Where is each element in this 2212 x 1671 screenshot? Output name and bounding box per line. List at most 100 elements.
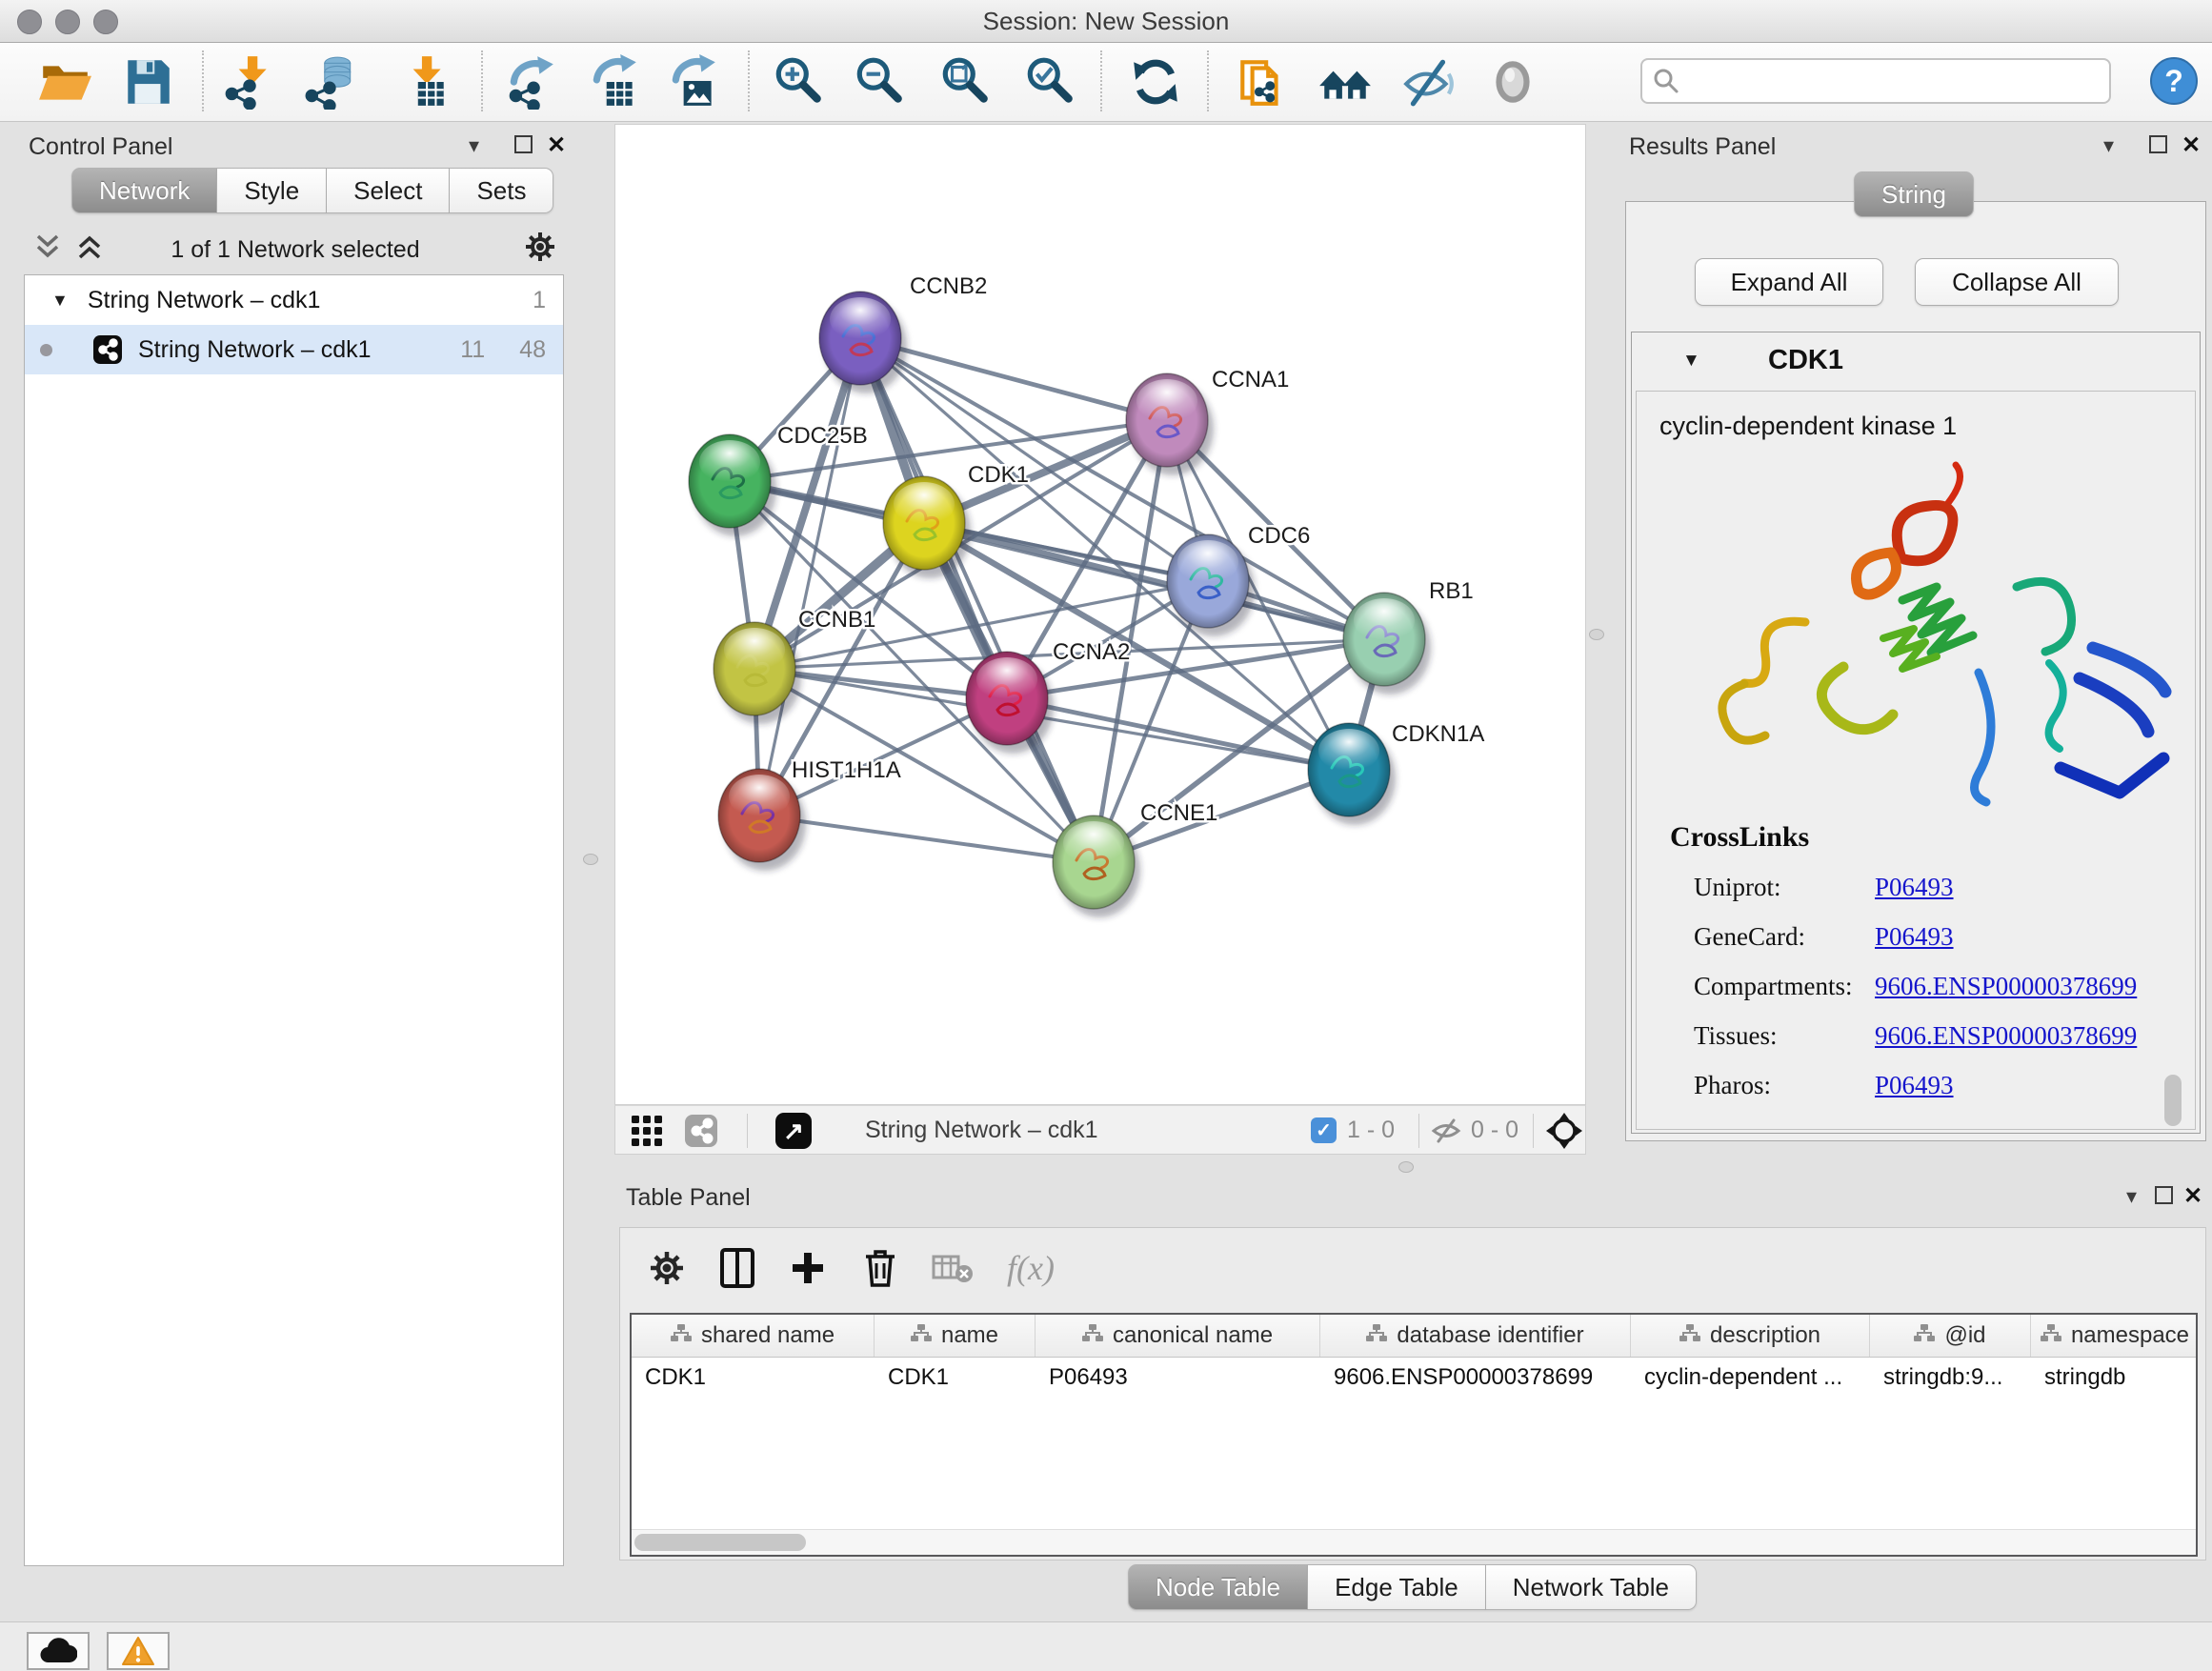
birdseye-toggle-icon[interactable] [1545,1112,1583,1150]
tab-select[interactable]: Select [327,168,450,213]
import-table-button[interactable] [396,54,452,110]
network-row[interactable]: String Network – cdk1 11 48 [25,325,563,374]
network-view[interactable]: CCNB2CCNA1CDC25BCDK1CDC6RB1CCNB1CCNA2CDK… [614,124,1586,1105]
table-row[interactable]: CDK1CDK1P064939606.ENSP00000378699cyclin… [632,1358,2196,1398]
left-splitter-handle[interactable] [583,854,598,865]
collapse-all-button[interactable]: Collapse All [1915,258,2119,306]
network-node-CDC6[interactable] [1167,534,1249,628]
column-header-namespace[interactable]: namespace [2031,1315,2198,1357]
selected-indicator-checkbox[interactable]: ✓ [1311,1117,1337,1143]
search-input[interactable] [1686,67,2109,95]
table-options-gear-icon[interactable] [647,1248,687,1288]
expand-all-chevrons-icon[interactable] [74,232,109,261]
network-node-CCNB2[interactable] [819,292,901,385]
control-panel-float-icon[interactable] [514,135,533,153]
network-edge[interactable] [759,815,1094,862]
add-column-icon[interactable] [789,1249,827,1287]
table-cell[interactable]: 9606.ENSP00000378699 [1320,1358,1631,1398]
help-button[interactable]: ? [2149,56,2199,111]
function-builder-button[interactable]: f(x) [1007,1248,1055,1288]
save-session-button[interactable] [120,54,175,110]
crosslink-link[interactable]: 9606.ENSP00000378699 [1875,972,2137,1001]
network-node-CCNA2[interactable] [966,652,1048,745]
section-expander-icon[interactable]: ▼ [1682,351,1700,372]
control-panel-close-icon[interactable]: ✕ [547,134,566,157]
warnings-button[interactable] [107,1632,170,1670]
crosslink-link[interactable]: P06493 [1875,1071,1954,1100]
right-splitter-handle[interactable] [1589,629,1604,640]
table-panel-close-icon[interactable]: ✕ [2183,1185,2202,1208]
network-collection-row[interactable]: ▼ String Network – cdk1 1 [25,275,563,325]
tab-network-table[interactable]: Network Table [1486,1564,1697,1610]
network-node-HIST1H1A[interactable] [718,769,800,862]
tab-style[interactable]: Style [217,168,327,213]
network-node-CCNE1[interactable] [1053,815,1135,909]
delete-table-icon[interactable] [932,1251,974,1285]
zoom-fit-button[interactable] [937,54,993,110]
crosslink-link[interactable]: P06493 [1875,873,1954,902]
column-header-@id[interactable]: @id [1870,1315,2031,1357]
detach-view-button[interactable]: ↗ [775,1113,812,1149]
network-edge[interactable] [759,338,860,815]
expand-all-button[interactable]: Expand All [1695,258,1883,306]
results-scrollbar-thumb[interactable] [2164,1075,2182,1126]
results-panel-float-icon[interactable] [2149,135,2167,153]
table-panel-float-icon[interactable] [2155,1186,2173,1204]
apply-layout-button[interactable] [1128,54,1183,110]
collection-expander-icon[interactable]: ▼ [51,291,69,311]
network-node-CCNA1[interactable] [1126,373,1208,467]
network-node-CDKN1A[interactable] [1308,723,1390,816]
table-cell[interactable]: CDK1 [875,1358,1036,1398]
control-panel-menu-icon[interactable]: ▾ [469,135,479,156]
node-table[interactable]: shared namenamecanonical namedatabase id… [630,1313,2198,1557]
results-panel-menu-icon[interactable]: ▾ [2103,135,2114,156]
table-cell[interactable]: P06493 [1036,1358,1320,1398]
column-header-shared-name[interactable]: shared name [632,1315,875,1357]
show-all-button[interactable] [1485,54,1540,110]
export-network-button[interactable] [504,54,559,110]
show-columns-icon[interactable] [719,1247,755,1289]
crosslink-link[interactable]: P06493 [1875,922,1954,952]
network-edge[interactable] [1007,698,1349,770]
import-network-database-button[interactable] [304,54,359,110]
tab-string[interactable]: String [1854,171,1974,217]
bottom-splitter-handle[interactable] [1398,1161,1414,1173]
table-hscrollbar[interactable] [632,1529,2196,1555]
new-network-from-selection-button[interactable] [1235,54,1290,110]
tab-edge-table[interactable]: Edge Table [1308,1564,1486,1610]
column-header-canonical-name[interactable]: canonical name [1036,1315,1320,1357]
delete-column-icon[interactable] [861,1247,899,1289]
open-session-button[interactable] [37,54,92,110]
column-header-description[interactable]: description [1631,1315,1870,1357]
export-table-button[interactable] [587,54,642,110]
table-cell[interactable]: stringdb:9... [1870,1358,2031,1398]
zoom-out-button[interactable] [852,54,907,110]
tab-node-table[interactable]: Node Table [1128,1564,1308,1610]
network-node-CDK1[interactable] [883,476,965,570]
network-options-gear-icon[interactable] [522,229,558,265]
hide-selected-button[interactable] [1401,54,1457,110]
network-node-CDC25B[interactable] [689,434,771,528]
column-header-name[interactable]: name [875,1315,1036,1357]
table-cell[interactable]: cyclin-dependent ... [1631,1358,1870,1398]
network-node-CCNB1[interactable] [714,622,795,715]
column-header-database-identifier[interactable]: database identifier [1320,1315,1631,1357]
grid-view-icon[interactable] [631,1115,663,1147]
home-button[interactable] [1317,54,1373,110]
hscrollbar-thumb[interactable] [634,1534,806,1551]
import-network-file-button[interactable] [222,54,277,110]
table-panel-menu-icon[interactable]: ▾ [2126,1186,2137,1207]
collapse-all-chevrons-icon[interactable] [32,232,67,261]
results-panel-close-icon[interactable]: ✕ [2182,134,2201,157]
network-node-RB1[interactable] [1343,593,1425,686]
cloud-status-button[interactable] [27,1632,90,1670]
zoom-selected-button[interactable] [1022,54,1077,110]
tab-sets[interactable]: Sets [450,168,553,213]
export-image-button[interactable] [666,54,721,110]
table-cell[interactable]: CDK1 [632,1358,875,1398]
zoom-in-button[interactable] [771,54,826,110]
tab-network[interactable]: Network [71,168,217,213]
crosslink-link[interactable]: 9606.ENSP00000378699 [1875,1021,2137,1051]
table-cell[interactable]: stringdb [2031,1358,2198,1398]
single-view-icon[interactable] [684,1114,718,1148]
